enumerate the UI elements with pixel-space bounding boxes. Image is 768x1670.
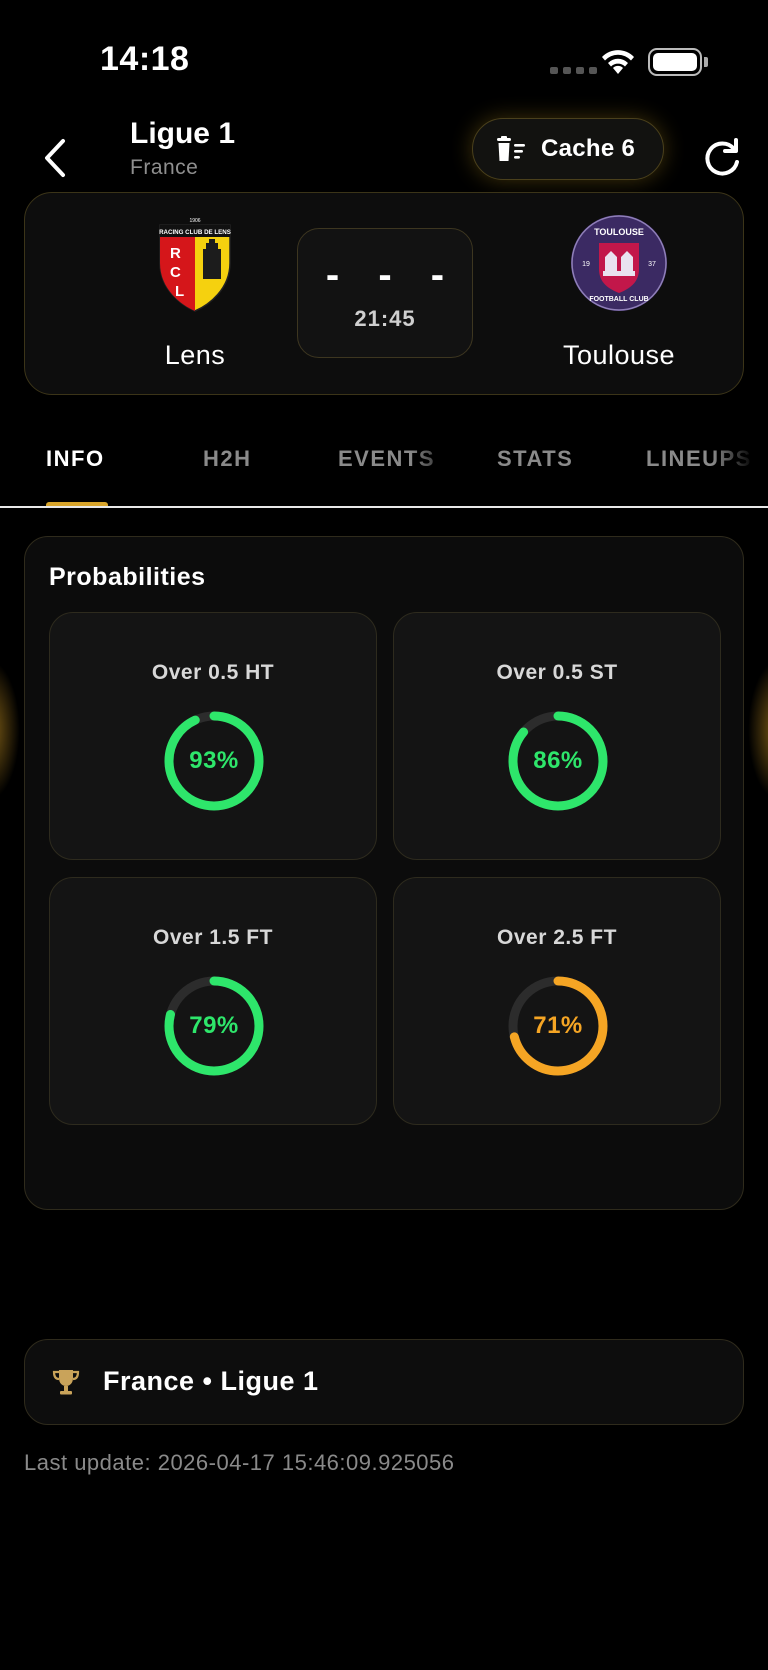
trophy-icon bbox=[52, 1370, 80, 1395]
page-subtitle: France bbox=[130, 156, 199, 179]
probability-value: 93% bbox=[189, 747, 239, 774]
svg-text:C: C bbox=[170, 264, 181, 281]
competition-row[interactable]: France • Ligue 1 bbox=[24, 1339, 744, 1425]
back-chevron-icon bbox=[45, 139, 65, 177]
away-team[interactable]: TOULOUSE FOOTBALL CLUB 19 37 Toulouse bbox=[519, 213, 719, 371]
status-time: 14:18 bbox=[100, 40, 190, 78]
probability-label: Over 0.5 HT bbox=[151, 661, 275, 684]
refresh-icon[interactable] bbox=[700, 136, 744, 180]
battery-icon bbox=[648, 48, 702, 76]
probability-label: Over 1.5 FT bbox=[153, 926, 273, 949]
cache-button[interactable]: Cache 6 bbox=[472, 118, 664, 180]
svg-text:R: R bbox=[170, 245, 181, 262]
cache-label: Cache 6 bbox=[541, 135, 636, 162]
toulouse-logo: TOULOUSE FOOTBALL CLUB 19 37 bbox=[571, 215, 667, 311]
tab-stats[interactable]: STATS bbox=[497, 446, 573, 472]
tab-bar: INFO H2H EVENTS STATS LINEUPS bbox=[0, 420, 768, 508]
tab-h2h[interactable]: H2H bbox=[203, 446, 252, 472]
back-button[interactable] bbox=[30, 128, 80, 188]
match-card: 1906 RACING CLUB DE LENS R C L Lens - - … bbox=[24, 192, 744, 395]
probability-card: Over 0.5 ST 86% bbox=[393, 612, 721, 860]
probability-card: Over 2.5 FT 71% bbox=[393, 877, 721, 1125]
svg-text:TOULOUSE: TOULOUSE bbox=[594, 227, 644, 237]
tab-info[interactable]: INFO bbox=[46, 446, 105, 472]
svg-text:19: 19 bbox=[582, 261, 590, 268]
competition-label: France • Ligue 1 bbox=[103, 1366, 319, 1396]
trash-icon bbox=[497, 136, 525, 161]
svg-text:RACING CLUB DE LENS: RACING CLUB DE LENS bbox=[159, 229, 231, 236]
score-box: - - - 21:45 bbox=[297, 228, 473, 358]
wifi-icon bbox=[602, 50, 634, 74]
probability-card: Over 1.5 FT 79% bbox=[49, 877, 377, 1125]
page-title: Ligue 1 bbox=[130, 117, 236, 150]
svg-text:1906: 1906 bbox=[189, 218, 200, 224]
status-bar: 14:18 bbox=[0, 0, 768, 110]
probabilities-panel: Probabilities Over 0.5 HT 93% Over 0.5 S… bbox=[24, 536, 744, 1210]
home-team-name: Lens bbox=[164, 340, 226, 370]
svg-text:37: 37 bbox=[648, 261, 656, 268]
probability-label: Over 0.5 ST bbox=[496, 661, 618, 684]
svg-text:FOOTBALL CLUB: FOOTBALL CLUB bbox=[589, 296, 648, 303]
probability-value: 71% bbox=[533, 1012, 583, 1039]
away-team-name: Toulouse bbox=[562, 340, 676, 370]
signal-icon bbox=[550, 67, 597, 74]
last-update-text: Last update: 2026-04-17 15:46:09.925056 bbox=[24, 1450, 455, 1475]
probability-label: Over 2.5 FT bbox=[497, 926, 617, 949]
probability-card: Over 0.5 HT 93% bbox=[49, 612, 377, 860]
probabilities-title: Probabilities bbox=[49, 563, 206, 591]
lens-logo: 1906 RACING CLUB DE LENS R C L bbox=[159, 218, 231, 312]
probability-value: 86% bbox=[533, 747, 583, 774]
probability-value: 79% bbox=[189, 1012, 239, 1039]
score: - - - bbox=[325, 253, 459, 297]
kickoff-time: 21:45 bbox=[354, 306, 416, 331]
active-tab-indicator bbox=[46, 502, 108, 506]
home-team[interactable]: 1906 RACING CLUB DE LENS R C L Lens bbox=[95, 213, 295, 371]
svg-text:L: L bbox=[175, 283, 184, 300]
